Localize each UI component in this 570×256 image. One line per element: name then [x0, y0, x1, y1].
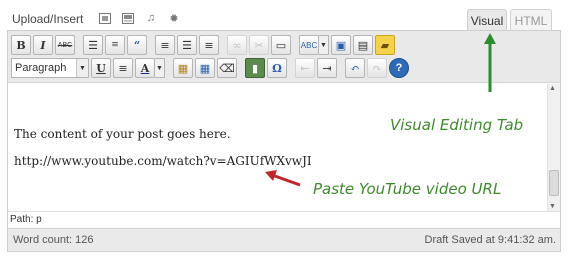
bold-icon[interactable]: B [11, 35, 31, 55]
status-bar: Word count: 126 Draft Saved at 9:41:32 a… [8, 228, 560, 251]
redo-icon[interactable]: ↷ [367, 58, 387, 78]
embed-media-icon[interactable]: ▮ [245, 58, 265, 78]
media-icon[interactable]: ✹ [167, 11, 181, 25]
tab-html[interactable]: HTML [510, 9, 552, 31]
outdent-icon[interactable]: ⇤ [295, 58, 315, 78]
italic-icon[interactable]: I [33, 35, 53, 55]
format-select[interactable]: Paragraph ▼ [11, 58, 89, 78]
undo-icon[interactable]: ↶ [345, 58, 365, 78]
align-left-icon[interactable]: ≡ [155, 35, 175, 55]
youtube-url-paragraph: http://www.youtube.com/watch?v=AGIUfWXvw… [14, 154, 312, 168]
strikethrough-icon[interactable]: ABC [55, 35, 75, 55]
tab-visual[interactable]: Visual [467, 9, 507, 31]
unlink-icon[interactable]: ✂ [249, 35, 269, 55]
music-icon[interactable]: ♫ [144, 11, 158, 25]
format-select-value: Paragraph [15, 62, 67, 74]
image-icon[interactable] [98, 11, 112, 25]
paste-word-icon[interactable]: ▦ [195, 58, 215, 78]
special-character-icon[interactable]: Ω [267, 58, 287, 78]
editor-scrollbar[interactable]: ▲ ▼ [547, 84, 560, 211]
path-bar: Path: p [8, 211, 560, 227]
upload-insert-label: Upload/Insert [12, 12, 84, 26]
kitchen-sink-icon[interactable]: ▤ [353, 35, 373, 55]
toolbar-row-2: Paragraph ▼ U ≡ A ▼ ▦ ▦ ⌫ ▮ Ω ⇤ ⇥ ↶ ↷ ? [11, 57, 411, 79]
path-label: Path: p [10, 214, 42, 225]
draft-saved-status: Draft Saved at 9:41:32 am. [424, 234, 556, 246]
numbered-list-icon[interactable]: ≡ [105, 35, 125, 55]
editor-toolbar: B I ABC ☰ ≡ “ ≡ ☰ ≡ ∞ ✂ ▭ ABC ▼ ▣ ▤ ▰ Pa… [8, 31, 560, 83]
align-center-icon[interactable]: ☰ [177, 35, 197, 55]
underline-icon[interactable]: U [91, 58, 111, 78]
scroll-up-icon[interactable]: ▲ [549, 85, 556, 92]
clear-formatting-icon[interactable]: ⌫ [217, 58, 237, 78]
media-buttons: ♫ ✹ [98, 11, 181, 25]
toolbar-row-1: B I ABC ☰ ≡ “ ≡ ☰ ≡ ∞ ✂ ▭ ABC ▼ ▣ ▤ ▰ [11, 34, 397, 56]
link-icon[interactable]: ∞ [227, 35, 247, 55]
spellcheck-icon[interactable]: ABC [299, 35, 319, 55]
content-paragraph: The content of your post goes here. [14, 127, 231, 141]
chevron-down-icon[interactable]: ▼ [155, 58, 165, 78]
more-tag-icon[interactable]: ▭ [271, 35, 291, 55]
annotation-visual-tab: Visual Editing Tab [390, 116, 524, 134]
note-icon[interactable]: ▰ [375, 35, 395, 55]
indent-icon[interactable]: ⇥ [317, 58, 337, 78]
post-editor: B I ABC ☰ ≡ “ ≡ ☰ ≡ ∞ ✂ ▭ ABC ▼ ▣ ▤ ▰ Pa… [7, 30, 561, 252]
chevron-down-icon: ▼ [76, 59, 88, 77]
text-color-icon[interactable]: A [135, 58, 155, 78]
scroll-down-icon[interactable]: ▼ [549, 203, 556, 210]
justify-icon[interactable]: ≡ [113, 58, 133, 78]
blockquote-icon[interactable]: “ [127, 35, 147, 55]
word-count: Word count: 126 [13, 234, 94, 246]
paste-text-icon[interactable]: ▦ [173, 58, 193, 78]
topbar: Upload/Insert ♫ ✹ Visual HTML [0, 0, 570, 31]
fullscreen-icon[interactable]: ▣ [331, 35, 351, 55]
bullet-list-icon[interactable]: ☰ [83, 35, 103, 55]
gallery-icon[interactable] [121, 11, 135, 25]
chevron-down-icon[interactable]: ▼ [319, 35, 329, 55]
align-right-icon[interactable]: ≡ [199, 35, 219, 55]
scroll-thumb[interactable] [549, 170, 559, 196]
annotation-paste-url: Paste YouTube video URL [313, 180, 502, 198]
help-icon[interactable]: ? [389, 58, 409, 78]
